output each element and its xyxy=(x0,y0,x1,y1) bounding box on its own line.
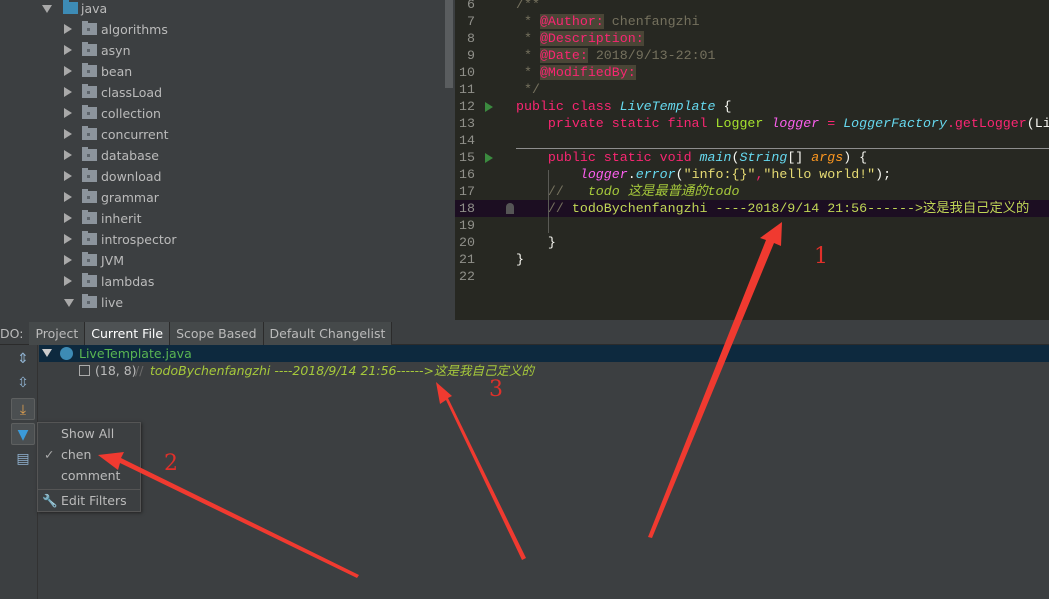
annotation-number-2: 2 xyxy=(164,451,178,476)
annotation-arrow-2 xyxy=(98,452,359,578)
annotation-arrow-3 xyxy=(436,382,526,560)
annotation-arrows xyxy=(98,222,782,578)
annotation-arrow-1 xyxy=(648,222,782,538)
annotation-number-1: 1 xyxy=(814,244,828,269)
annotation-number-3: 3 xyxy=(489,377,503,402)
